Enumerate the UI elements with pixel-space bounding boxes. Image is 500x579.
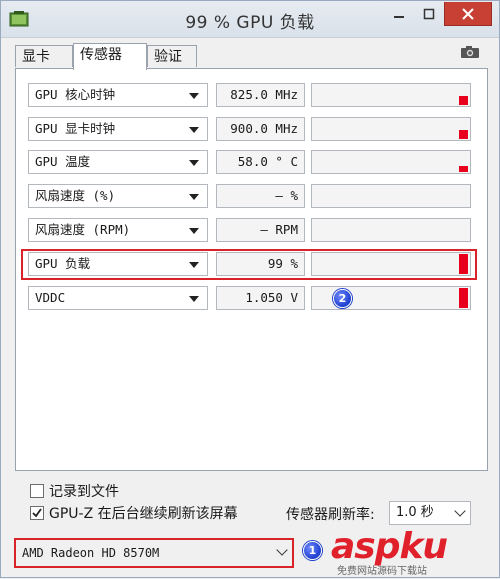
refresh-rate-label: 传感器刷新率: — [286, 507, 375, 523]
tab-graphics-card[interactable]: 显卡 — [15, 45, 73, 67]
watermark-subtitle: 免费网站源码下载站 — [337, 566, 427, 577]
background-refresh-label: GPU-Z 在后台继续刷新该屏幕 — [49, 506, 238, 522]
tab-validation[interactable]: 验证 — [147, 45, 197, 67]
sensor-name: GPU 显卡时钟 — [35, 121, 116, 136]
sensor-value: 825.0 MHz — [216, 83, 305, 107]
checkmark-icon — [32, 508, 42, 518]
camera-icon[interactable] — [460, 45, 480, 59]
log-to-file-checkbox[interactable] — [30, 484, 44, 498]
device-select[interactable]: AMD Radeon HD 8570M — [19, 543, 292, 563]
triangle-down-icon — [189, 93, 199, 99]
triangle-down-icon — [189, 296, 199, 302]
sensor-graph — [311, 184, 471, 208]
triangle-down-icon — [189, 228, 199, 234]
chevron-down-icon — [454, 505, 466, 517]
sensor-name: 风扇速度 (RPM) — [35, 222, 131, 237]
minimize-icon — [394, 16, 404, 18]
minimize-button[interactable] — [384, 2, 414, 26]
chevron-down-icon — [276, 544, 288, 556]
sensor-graph — [311, 218, 471, 242]
annotation-badge-2: 2 — [333, 289, 352, 308]
sensor-graph-bar — [459, 96, 468, 105]
gpuz-window: 99 % GPU 负载 显卡 传感器 验证 GPU 核心时钟 825.0 MHz… — [0, 0, 500, 578]
sensor-select-vddc[interactable]: VDDC — [28, 286, 208, 310]
close-button[interactable] — [444, 2, 492, 26]
sensor-name: 风扇速度 (%) — [35, 188, 116, 203]
refresh-rate-value: 1.0 秒 — [396, 505, 434, 520]
sensor-graph-bar — [459, 166, 468, 172]
triangle-down-icon — [189, 127, 199, 133]
sensor-select-gpu-core-clock[interactable]: GPU 核心时钟 — [28, 83, 208, 107]
close-icon — [462, 7, 474, 20]
sensor-value: 900.0 MHz — [216, 117, 305, 141]
sensor-graph — [311, 150, 471, 174]
device-select-value: AMD Radeon HD 8570M — [22, 546, 160, 560]
sensor-graph-bar — [459, 130, 468, 139]
sensor-graph — [311, 117, 471, 141]
sensor-value: 58.0 ° C — [216, 150, 305, 174]
sensor-select-fan-speed-percent[interactable]: 风扇速度 (%) — [28, 184, 208, 208]
triangle-down-icon — [189, 160, 199, 166]
aspku-watermark: aspku 免费网站源码下载站 — [331, 528, 500, 579]
background-refresh-checkbox[interactable] — [30, 506, 44, 520]
sensor-value: 1.050 V — [216, 286, 305, 310]
annotation-badge-1: 1 — [303, 541, 322, 560]
tab-sensors[interactable]: 传感器 — [73, 43, 147, 70]
sensor-name: GPU 核心时钟 — [35, 87, 116, 102]
log-to-file-label: 记录到文件 — [49, 484, 119, 500]
sensor-graph-bar — [459, 288, 468, 308]
sensor-name: VDDC — [35, 290, 66, 305]
sensor-value: — RPM — [216, 218, 305, 242]
sensor-value: — % — [216, 184, 305, 208]
maximize-icon — [423, 8, 435, 20]
triangle-down-icon — [189, 194, 199, 200]
maximize-button[interactable] — [414, 2, 444, 26]
sensor-select-gpu-temperature[interactable]: GPU 温度 — [28, 150, 208, 174]
title-bar[interactable]: 99 % GPU 负载 — [1, 1, 499, 38]
gpu-load-highlight-box — [21, 249, 477, 280]
refresh-rate-select[interactable]: 1.0 秒 — [389, 501, 471, 525]
device-select-highlight-box: AMD Radeon HD 8570M — [14, 538, 294, 568]
sensor-select-fan-speed-rpm[interactable]: 风扇速度 (RPM) — [28, 218, 208, 242]
sensor-name: GPU 温度 — [35, 154, 91, 169]
sensor-graph — [311, 83, 471, 107]
watermark-logo-text: aspku — [331, 526, 448, 567]
sensor-select-gpu-memory-clock[interactable]: GPU 显卡时钟 — [28, 117, 208, 141]
